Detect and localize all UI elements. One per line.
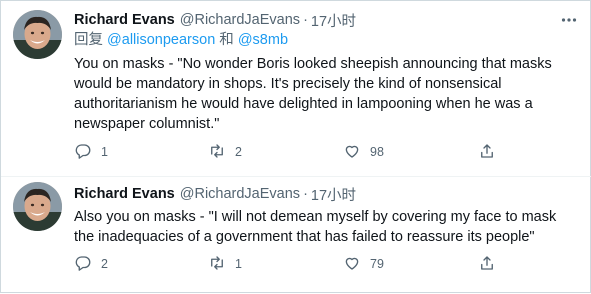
more-icon[interactable] — [560, 11, 578, 29]
retweet-icon — [208, 254, 226, 275]
separator-dot: · — [303, 12, 308, 28]
tweet-content: Richard Evans @RichardJaEvans · 17小时 Als… — [74, 184, 582, 247]
retweet-button[interactable]: 2 — [208, 142, 242, 162]
share-icon — [478, 142, 496, 163]
like-count: 79 — [370, 257, 384, 271]
share-button[interactable] — [478, 254, 496, 274]
tweet-actions: 2 1 79 — [74, 254, 494, 274]
like-icon — [343, 142, 361, 163]
reply-count: 2 — [101, 257, 108, 271]
separator-dot: · — [303, 186, 308, 202]
reply-button[interactable]: 2 — [74, 254, 108, 274]
tweet-text-line: You on masks - "No wonder Boris looked s… — [74, 56, 552, 72]
tweet[interactable]: Richard Evans @RichardJaEvans · 17小时 Als… — [1, 177, 591, 294]
author-name[interactable]: Richard Evans — [74, 12, 175, 28]
mention-link[interactable]: @s8mb — [238, 32, 288, 48]
reply-prefix: 回复 — [74, 32, 103, 48]
share-icon — [478, 254, 496, 275]
reply-count: 1 — [101, 145, 108, 159]
reply-button[interactable]: 1 — [74, 142, 108, 162]
tweet-header: Richard Evans @RichardJaEvans · 17小时 — [74, 10, 582, 30]
tweet[interactable]: Richard Evans @RichardJaEvans · 17小时 回复 … — [1, 1, 591, 177]
tweet-text-line: the inadequacies of a government that ha… — [74, 229, 535, 245]
tweet-text: Also you on masks - "I will not demean m… — [74, 207, 582, 247]
share-button[interactable] — [478, 142, 496, 162]
replying-to: 回复 @allisonpearson 和 @s8mb — [74, 30, 582, 51]
avatar[interactable] — [13, 10, 62, 59]
retweet-button[interactable]: 1 — [208, 254, 242, 274]
mention-link[interactable]: @allisonpearson — [107, 32, 215, 48]
tweet-time[interactable]: 17小时 — [311, 184, 356, 205]
like-count: 98 — [370, 145, 384, 159]
reply-icon — [74, 142, 92, 163]
like-button[interactable]: 79 — [343, 254, 384, 274]
retweet-icon — [208, 142, 226, 163]
avatar[interactable] — [13, 182, 62, 231]
tweet-header: Richard Evans @RichardJaEvans · 17小时 — [74, 184, 582, 204]
tweet-text: You on masks - "No wonder Boris looked s… — [74, 54, 582, 134]
tweet-time[interactable]: 17小时 — [311, 10, 356, 31]
tweet-text-line: Also you on masks - "I will not demean m… — [74, 209, 557, 225]
author-handle[interactable]: @RichardJaEvans — [180, 12, 300, 28]
reply-conjunction: 和 — [219, 32, 234, 48]
retweet-count: 1 — [235, 257, 242, 271]
tweet-text-line: would be mandatory in shops. It's precis… — [74, 76, 502, 92]
tweet-text-line: newspaper columnist." — [74, 116, 220, 132]
reply-icon — [74, 254, 92, 275]
tweet-actions: 1 2 98 — [74, 142, 494, 162]
author-name[interactable]: Richard Evans — [74, 186, 175, 202]
tweet-text-line: authoritarianism he would have delighted… — [74, 96, 533, 112]
author-handle[interactable]: @RichardJaEvans — [180, 186, 300, 202]
tweet-content: Richard Evans @RichardJaEvans · 17小时 回复 … — [74, 10, 582, 134]
like-button[interactable]: 98 — [343, 142, 384, 162]
timeline-frame: Richard Evans @RichardJaEvans · 17小时 回复 … — [0, 0, 591, 293]
like-icon — [343, 254, 361, 275]
retweet-count: 2 — [235, 145, 242, 159]
